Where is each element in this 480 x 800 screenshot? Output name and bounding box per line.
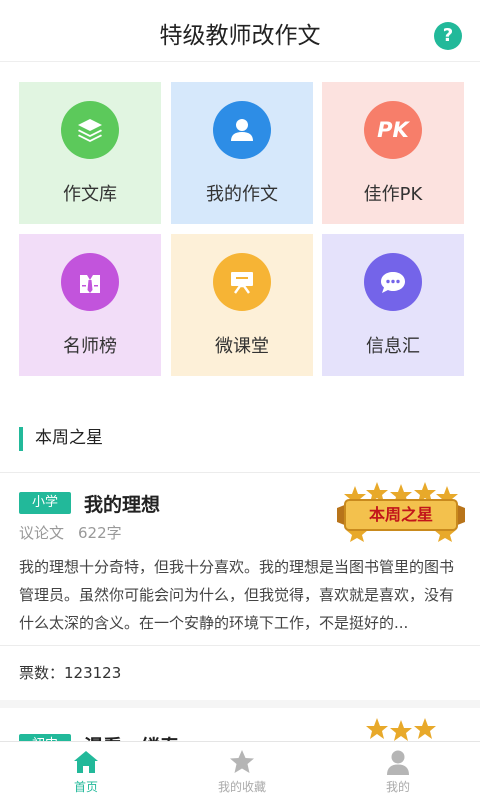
card-gap: [0, 700, 480, 708]
grade-tag: 初中: [19, 734, 71, 741]
tile-label: 信息汇: [366, 336, 420, 357]
essay-meta: 议论文 622字: [19, 522, 122, 543]
bottom-tab-bar: 首页 我的收藏 我的: [0, 741, 480, 800]
essay-genre: 议论文: [19, 524, 65, 542]
user-icon: [213, 101, 271, 159]
tile-label: 我的作文: [206, 184, 278, 205]
tab-profile[interactable]: 我的: [318, 742, 478, 800]
tile-label: 作文库: [63, 184, 117, 205]
divider: [0, 472, 480, 473]
essay-card[interactable]: 初中 漫看一缕春: [0, 708, 480, 741]
badge-text: 本周之星: [368, 505, 433, 524]
essay-title: 漫看一缕春: [84, 732, 179, 741]
divider: [0, 645, 480, 646]
tab-label: 我的: [385, 780, 410, 794]
question-mark-icon: ?: [442, 25, 454, 46]
tile-label: 佳作PK: [363, 184, 423, 205]
tile-essay-pk[interactable]: PK 佳作PK: [322, 82, 464, 224]
tile-essay-library[interactable]: 作文库: [19, 82, 161, 224]
pk-icon: PK: [364, 101, 422, 159]
grade-tag: 小学: [19, 492, 71, 514]
app-header: 特级教师改作文 ?: [0, 0, 480, 62]
tile-info-hub[interactable]: 信息汇: [322, 234, 464, 376]
tab-label: 首页: [73, 780, 98, 794]
tab-label: 我的收藏: [217, 780, 266, 794]
vote-count: 票数：123123: [19, 664, 122, 682]
tab-favorites[interactable]: 我的收藏: [162, 742, 322, 800]
person-icon: [384, 748, 412, 776]
essay-title: 我的理想: [84, 494, 161, 516]
tile-label: 名师榜: [63, 336, 117, 357]
essay-excerpt: 我的理想十分奇特，但我十分喜欢。我的理想是当图书管里的图书管理员。虽然你可能会问…: [19, 558, 455, 632]
home-icon: [72, 748, 100, 776]
teacher-icon: [61, 253, 119, 311]
help-button[interactable]: ?: [434, 22, 462, 50]
page-title: 特级教师改作文: [159, 23, 321, 49]
tile-micro-class[interactable]: 微课堂: [171, 234, 313, 376]
layers-icon: [61, 101, 119, 159]
tile-my-essays[interactable]: 我的作文: [171, 82, 313, 224]
tile-teacher-ranking[interactable]: 名师榜: [19, 234, 161, 376]
tile-label: 微课堂: [215, 336, 269, 357]
weekly-star-badge: [337, 718, 465, 741]
star-icon: [228, 748, 256, 776]
section-title: 本周之星: [19, 427, 103, 451]
weekly-star-badge: 本周之星: [337, 482, 465, 542]
tab-home[interactable]: 首页: [6, 742, 166, 800]
board-icon: [213, 253, 271, 311]
essay-word-count: 622字: [78, 524, 122, 542]
chat-bubble-icon: [364, 253, 422, 311]
